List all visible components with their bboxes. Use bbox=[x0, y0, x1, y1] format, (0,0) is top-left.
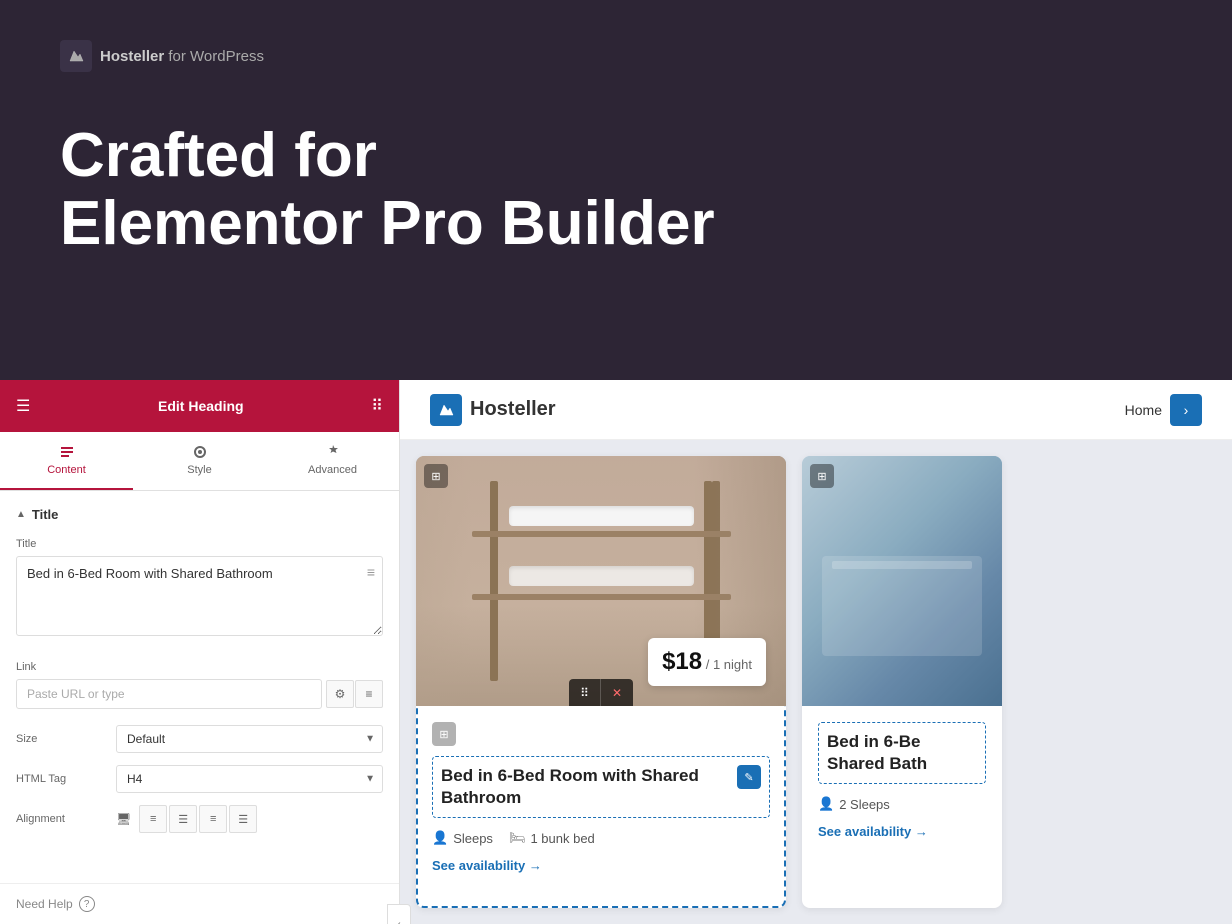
align-left-btn[interactable]: ≡ bbox=[139, 805, 167, 833]
card-2-img-icon[interactable]: ⊞ bbox=[810, 464, 834, 488]
editor-header: ☰ Edit Heading ⠿ bbox=[0, 380, 399, 432]
brand-logo-icon bbox=[60, 40, 92, 72]
card-2-sleeps: 👤 2 Sleeps bbox=[818, 796, 890, 812]
alignment-buttons: ≡ ☰ ≡ ☰ bbox=[139, 805, 257, 833]
need-help-label: Need Help bbox=[16, 897, 73, 911]
bottom-section: ☰ Edit Heading ⠿ Content Style Advanced bbox=[0, 380, 1232, 924]
alignment-field: Alignment 🖥 ≡ ☰ ≡ ☰ bbox=[16, 805, 383, 833]
card-2: ⊞ Bed in 6-BeShared Bath 👤 2 Sleeps See … bbox=[802, 456, 1002, 908]
card2-sleeps-icon: 👤 bbox=[818, 796, 834, 812]
card-2-body: Bed in 6-BeShared Bath 👤 2 Sleeps See av… bbox=[802, 706, 1002, 855]
brand-bar: Hosteller for WordPress bbox=[60, 40, 1172, 72]
need-help[interactable]: Need Help ? bbox=[0, 883, 399, 924]
preview-logo-icon bbox=[430, 394, 462, 426]
section-toggle[interactable]: ▲ bbox=[16, 509, 26, 520]
title-textarea[interactable]: Bed in 6-Bed Room with Shared Bathroom bbox=[16, 556, 383, 636]
editor-panel: ☰ Edit Heading ⠿ Content Style Advanced bbox=[0, 380, 400, 924]
align-right-btn[interactable]: ≡ bbox=[199, 805, 227, 833]
card-1-body: ⊞ Bed in 6-Bed Room with Shared Bathroom… bbox=[416, 706, 786, 889]
card-1-bedtype: 🛏 1 bunk bed bbox=[509, 830, 595, 846]
preview-section: Hosteller Home › bbox=[400, 380, 1232, 924]
card-toolbar-move[interactable]: ⠿ bbox=[569, 679, 601, 706]
card-1-sleeps: 👤 Sleeps bbox=[432, 830, 493, 846]
card-1-body-icon[interactable]: ⊞ bbox=[432, 722, 456, 746]
hamburger-icon[interactable]: ☰ bbox=[16, 396, 30, 416]
textarea-dynamic-icon[interactable]: ≡ bbox=[367, 564, 375, 580]
tab-style[interactable]: Style bbox=[133, 432, 266, 490]
card-1-toolbar: ⠿ ✕ bbox=[569, 679, 633, 706]
card-2-title: Bed in 6-BeShared Bath bbox=[827, 731, 927, 775]
card-1-availability[interactable]: See availability → bbox=[432, 858, 770, 873]
brand-name: Hosteller for WordPress bbox=[100, 48, 264, 65]
tab-advanced[interactable]: Advanced bbox=[266, 432, 399, 490]
title-field-label: Title bbox=[16, 538, 383, 550]
grid-icon[interactable]: ⠿ bbox=[371, 396, 383, 416]
preview-nav-home[interactable]: Home bbox=[1125, 402, 1162, 418]
preview-logo-text: Hosteller bbox=[470, 398, 556, 421]
sleeps-icon: 👤 bbox=[432, 830, 448, 846]
card-2-title-block: Bed in 6-BeShared Bath bbox=[818, 722, 986, 784]
tab-content[interactable]: Content bbox=[0, 432, 133, 490]
card-2-image: ⊞ bbox=[802, 456, 1002, 706]
editor-title: Edit Heading bbox=[158, 398, 244, 414]
link-field-label: Link bbox=[16, 661, 383, 673]
card-1-meta: 👤 Sleeps 🛏 1 bunk bed bbox=[432, 830, 770, 846]
align-justify-btn[interactable]: ☰ bbox=[229, 805, 257, 833]
card-1-title: Bed in 6-Bed Room with Shared Bathroom bbox=[441, 765, 737, 809]
card-2-availability[interactable]: See availability → bbox=[818, 824, 986, 839]
preview-logo: Hosteller bbox=[430, 394, 556, 426]
price-badge-1: $18 / 1 night bbox=[648, 638, 766, 686]
editor-body: ▲ Title Title Bed in 6-Bed Room with Sha… bbox=[0, 491, 399, 883]
card-1-img-icon[interactable]: ⊞ bbox=[424, 464, 448, 488]
link-input[interactable] bbox=[16, 679, 322, 709]
title-field: Title Bed in 6-Bed Room with Shared Bath… bbox=[16, 538, 383, 641]
cards-area: ⊞ $18 / 1 night ⠿ ✕ ⊞ Bed in 6-Bed Room … bbox=[400, 440, 1232, 924]
title-section-header: ▲ Title bbox=[16, 507, 383, 522]
card-toolbar-delete[interactable]: ✕ bbox=[601, 679, 633, 706]
link-icons: ⚙ ≡ bbox=[326, 680, 383, 708]
size-select[interactable]: Default bbox=[116, 725, 383, 753]
hero-title: Crafted for Elementor Pro Builder bbox=[60, 122, 1172, 258]
bed-icon: 🛏 bbox=[509, 830, 526, 846]
card-1-image: ⊞ $18 / 1 night ⠿ ✕ bbox=[416, 456, 786, 706]
html-tag-select[interactable]: H4 bbox=[116, 765, 383, 793]
hero-section: Hosteller for WordPress Crafted for Elem… bbox=[0, 0, 1232, 380]
editor-tabs: Content Style Advanced bbox=[0, 432, 399, 491]
card-1: ⊞ $18 / 1 night ⠿ ✕ ⊞ Bed in 6-Bed Room … bbox=[416, 456, 786, 908]
size-field: Size Default ▼ bbox=[16, 725, 383, 753]
alignment-label: Alignment bbox=[16, 813, 116, 825]
section-title: Title bbox=[32, 507, 59, 522]
panel-collapse-btn[interactable]: ‹ bbox=[387, 904, 411, 924]
size-select-wrapper: Default ▼ bbox=[116, 725, 383, 753]
size-label: Size bbox=[16, 733, 116, 745]
html-tag-select-wrapper: H4 ▼ bbox=[116, 765, 383, 793]
preview-navbar: Hosteller Home › bbox=[400, 380, 1232, 440]
price-suffix-1: / 1 night bbox=[706, 657, 752, 672]
preview-nav-arrow[interactable]: › bbox=[1170, 394, 1202, 426]
link-input-wrapper: ⚙ ≡ bbox=[16, 679, 383, 709]
card-2-meta: 👤 2 Sleeps bbox=[818, 796, 986, 812]
device-icon[interactable]: 🖥 bbox=[116, 812, 131, 826]
link-dynamic-btn[interactable]: ≡ bbox=[355, 680, 383, 708]
help-icon: ? bbox=[79, 896, 95, 912]
html-tag-label: HTML Tag bbox=[16, 773, 116, 785]
align-center-btn[interactable]: ☰ bbox=[169, 805, 197, 833]
html-tag-field: HTML Tag H4 ▼ bbox=[16, 765, 383, 793]
card-1-title-block: Bed in 6-Bed Room with Shared Bathroom ✎ bbox=[432, 756, 770, 818]
link-settings-btn[interactable]: ⚙ bbox=[326, 680, 354, 708]
link-field: Link ⚙ ≡ bbox=[16, 661, 383, 709]
card-1-edit-icon[interactable]: ✎ bbox=[737, 765, 761, 789]
price-amount-1: $18 bbox=[662, 648, 702, 675]
